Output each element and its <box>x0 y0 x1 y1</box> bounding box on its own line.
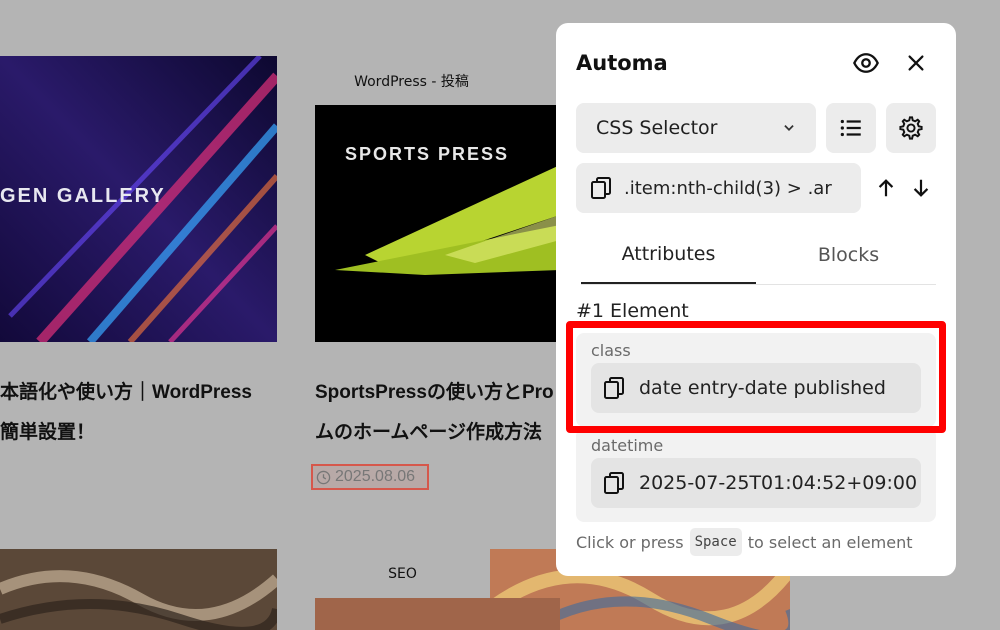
tab-attributes[interactable]: Attributes <box>581 226 756 284</box>
card-date[interactable]: 2025.08.06 <box>311 464 429 490</box>
attribute-name: class <box>591 341 631 360</box>
selector-type-dropdown[interactable]: CSS Selector <box>576 103 816 153</box>
thumbnail-bottom-middle[interactable] <box>315 598 560 630</box>
element-heading: #1 Element <box>576 300 689 322</box>
tabs-divider <box>581 284 936 285</box>
copy-icon[interactable] <box>590 176 612 200</box>
panel-title: Automa <box>576 51 668 75</box>
select-child-button[interactable] <box>905 170 937 206</box>
attribute-class: class date entry-date published <box>576 333 936 427</box>
copy-icon[interactable] <box>603 376 625 400</box>
bottom-left-artwork <box>0 549 277 630</box>
chevron-down-icon <box>784 125 794 131</box>
card-date-text: 2025.08.06 <box>335 468 416 485</box>
card-title[interactable]: 本語化や使い方｜WordPress 簡単設置！ <box>0 373 277 453</box>
css-selector-field[interactable]: .item:nth-child(3) > .ar <box>576 163 861 213</box>
attribute-value: 2025-07-25T01:04:52+09:00 <box>639 472 917 494</box>
sports-press-artwork <box>315 105 560 342</box>
copy-icon[interactable] <box>603 471 625 495</box>
thumbnail-caption: GEN GALLERY <box>0 185 166 207</box>
close-icon <box>908 55 924 71</box>
arrow-up-icon <box>878 179 894 197</box>
category-tag-seo[interactable]: SEO <box>315 549 490 598</box>
settings-button[interactable] <box>886 103 936 153</box>
attribute-datetime: datetime 2025-07-25T01:04:52+09:00 <box>576 428 936 522</box>
gear-icon <box>899 116 923 140</box>
attribute-name: datetime <box>591 436 664 455</box>
eye-icon <box>853 53 879 73</box>
attribute-value-field[interactable]: 2025-07-25T01:04:52+09:00 <box>591 458 921 508</box>
attribute-value-field[interactable]: date entry-date published <box>591 363 921 413</box>
thumbnail-bottom-left[interactable] <box>0 549 277 630</box>
arrow-down-icon <box>913 179 929 197</box>
thumbnail-sports-press[interactable] <box>315 105 560 342</box>
attribute-value: date entry-date published <box>639 377 886 399</box>
toggle-visibility-button[interactable] <box>846 43 886 83</box>
select-parent-button[interactable] <box>870 170 902 206</box>
selector-type-value: CSS Selector <box>596 117 718 139</box>
element-list-button[interactable] <box>826 103 876 153</box>
thumbnail-caption: SPORTS PRESS <box>345 144 510 164</box>
automa-panel: Automa CSS Selector .item:nth-child(3) >… <box>556 23 956 576</box>
list-icon <box>840 119 861 137</box>
tab-blocks[interactable]: Blocks <box>756 226 941 284</box>
card-title[interactable]: SportsPressの使い方とPro ムのホームページ作成方法 <box>315 373 560 453</box>
css-selector-value: .item:nth-child(3) > .ar <box>624 177 832 199</box>
footer-hint: Click or press Space to select an elemen… <box>576 528 913 556</box>
category-tag[interactable]: WordPress - 投稿 <box>315 56 508 105</box>
close-button[interactable] <box>896 43 936 83</box>
clock-icon <box>316 470 331 484</box>
space-key: Space <box>689 528 742 556</box>
